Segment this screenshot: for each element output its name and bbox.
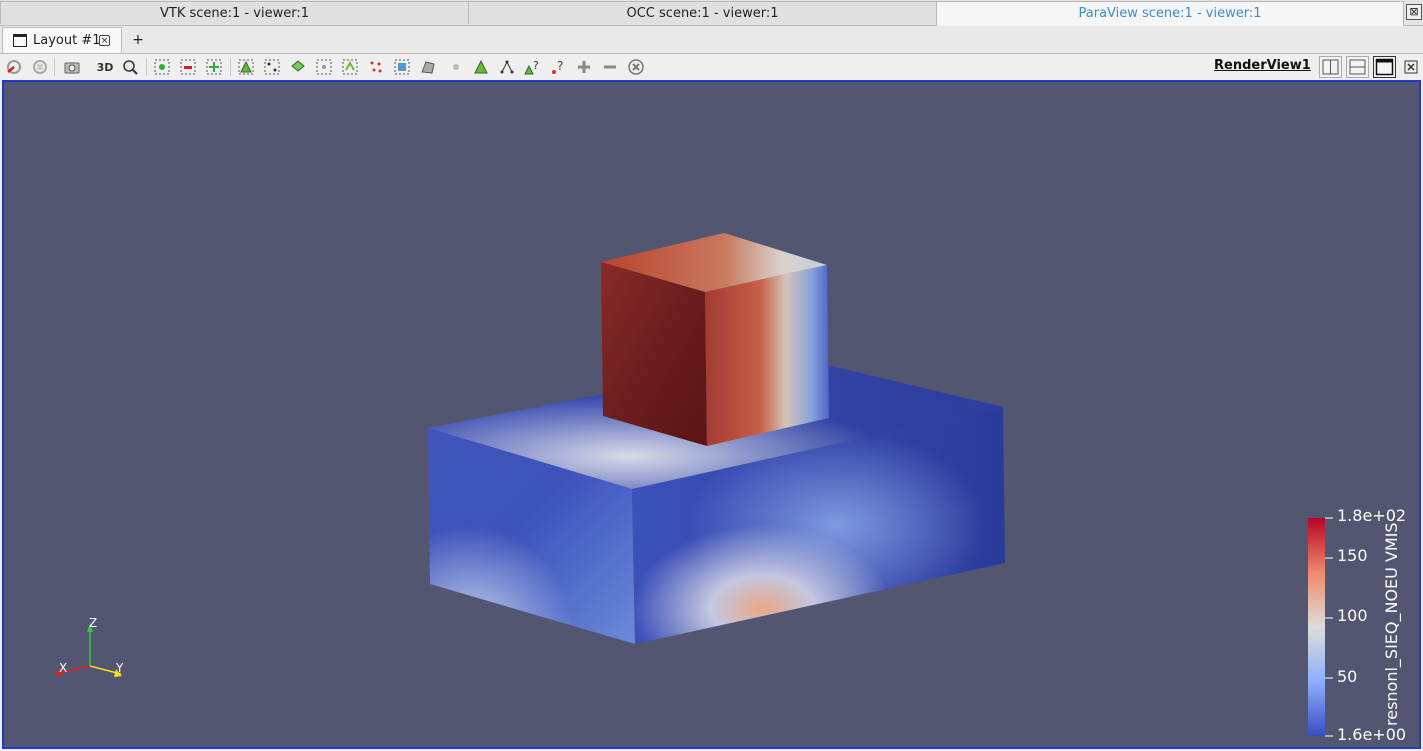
tab-occ-viewer[interactable]: OCC scene:1 - viewer:1: [468, 1, 937, 24]
interactive-select-cells-icon[interactable]: [340, 57, 360, 77]
3d-scene: [54, 233, 1333, 737]
select-points-through-icon[interactable]: [236, 57, 256, 77]
toolbar-separator: [230, 58, 231, 76]
plus-icon[interactable]: [574, 57, 594, 77]
toolbar-separator: [54, 58, 55, 76]
reset-camera-icon[interactable]: [4, 57, 24, 77]
select-cells-on-icon[interactable]: [152, 57, 172, 77]
render-view-title[interactable]: RenderView1: [1214, 58, 1311, 73]
svg-text:?: ?: [557, 59, 563, 73]
minus-icon[interactable]: [600, 57, 620, 77]
maximize-icon: [1375, 58, 1394, 76]
split-horizontal-button[interactable]: [1319, 56, 1342, 78]
capture-screenshot-icon[interactable]: [62, 57, 82, 77]
grow-selection-icon[interactable]: [446, 57, 466, 77]
axis-z-label: Z: [89, 616, 98, 630]
tab-occ-viewer-label: OCC scene:1 - viewer:1: [626, 6, 779, 21]
zoom-to-box-icon[interactable]: [120, 57, 140, 77]
split-vertical-button[interactable]: [1346, 56, 1369, 78]
tab-vtk-viewer-label: VTK scene:1 - viewer:1: [160, 6, 309, 21]
close-view-icon[interactable]: [1402, 57, 1420, 77]
toolbar-separator: [146, 58, 147, 76]
hover-cells-icon[interactable]: [392, 57, 412, 77]
reset-camera-closest-icon[interactable]: [30, 57, 50, 77]
render-view-viewport[interactable]: [2, 80, 1421, 749]
close-layout-icon[interactable]: ×: [99, 35, 110, 46]
layout-tab-label: Layout #1: [33, 33, 101, 48]
split-horizontal-icon: [1322, 59, 1339, 75]
viewer-tab-bar: VTK scene:1 - viewer:1 OCC scene:1 - vie…: [0, 0, 1423, 26]
select-points-polygon-icon[interactable]: [288, 57, 308, 77]
clear-selection-icon[interactable]: [497, 57, 517, 77]
layout-tab-bar: Layout #1 × +: [0, 26, 1423, 54]
close-circle-icon[interactable]: [626, 57, 646, 77]
select-cells-polygon-icon[interactable]: [262, 57, 282, 77]
tab-paraview-viewer[interactable]: ParaView scene:1 - viewer:1: [936, 1, 1404, 26]
split-vertical-icon: [1349, 59, 1366, 75]
window-icon: [13, 34, 27, 47]
svg-text:?: ?: [533, 59, 539, 72]
close-viewer-icon[interactable]: ⊠: [1406, 4, 1422, 20]
select-points-on-icon[interactable]: [178, 57, 198, 77]
tab-layout-1[interactable]: Layout #1 ×: [2, 27, 122, 53]
colorbar-title: resnonl_SIEQ_NOEU VMIS: [1382, 522, 1401, 726]
hover-points-icon[interactable]: [418, 57, 438, 77]
colorbar-tick-label: 150: [1337, 546, 1368, 565]
top-cube-mesh: [601, 233, 829, 446]
colorbar[interactable]: [1308, 517, 1333, 737]
tab-vtk-viewer[interactable]: VTK scene:1 - viewer:1: [0, 1, 469, 24]
tab-paraview-viewer-label: ParaView scene:1 - viewer:1: [1078, 6, 1262, 21]
select-block-icon[interactable]: [314, 57, 334, 77]
colorbar-min-label: 1.6e+00: [1337, 725, 1407, 744]
render-view-toolbar: 3D ? ? RenderView1: [0, 54, 1423, 81]
interactive-select-points-icon[interactable]: [366, 57, 386, 77]
query-selection-icon[interactable]: ?: [522, 57, 542, 77]
axis-x-label: X: [59, 661, 68, 675]
add-layout-button[interactable]: +: [124, 29, 152, 51]
select-cells-through-icon[interactable]: [204, 57, 224, 77]
find-data-icon[interactable]: ?: [548, 57, 568, 77]
shrink-selection-icon[interactable]: [471, 57, 491, 77]
toggle-3d-button[interactable]: 3D: [94, 57, 116, 77]
colorbar-tick-label: 100: [1337, 606, 1368, 625]
maximize-view-button[interactable]: [1373, 56, 1396, 78]
colorbar-tick-label: 50: [1337, 667, 1358, 686]
axis-y-label: Y: [116, 661, 124, 675]
